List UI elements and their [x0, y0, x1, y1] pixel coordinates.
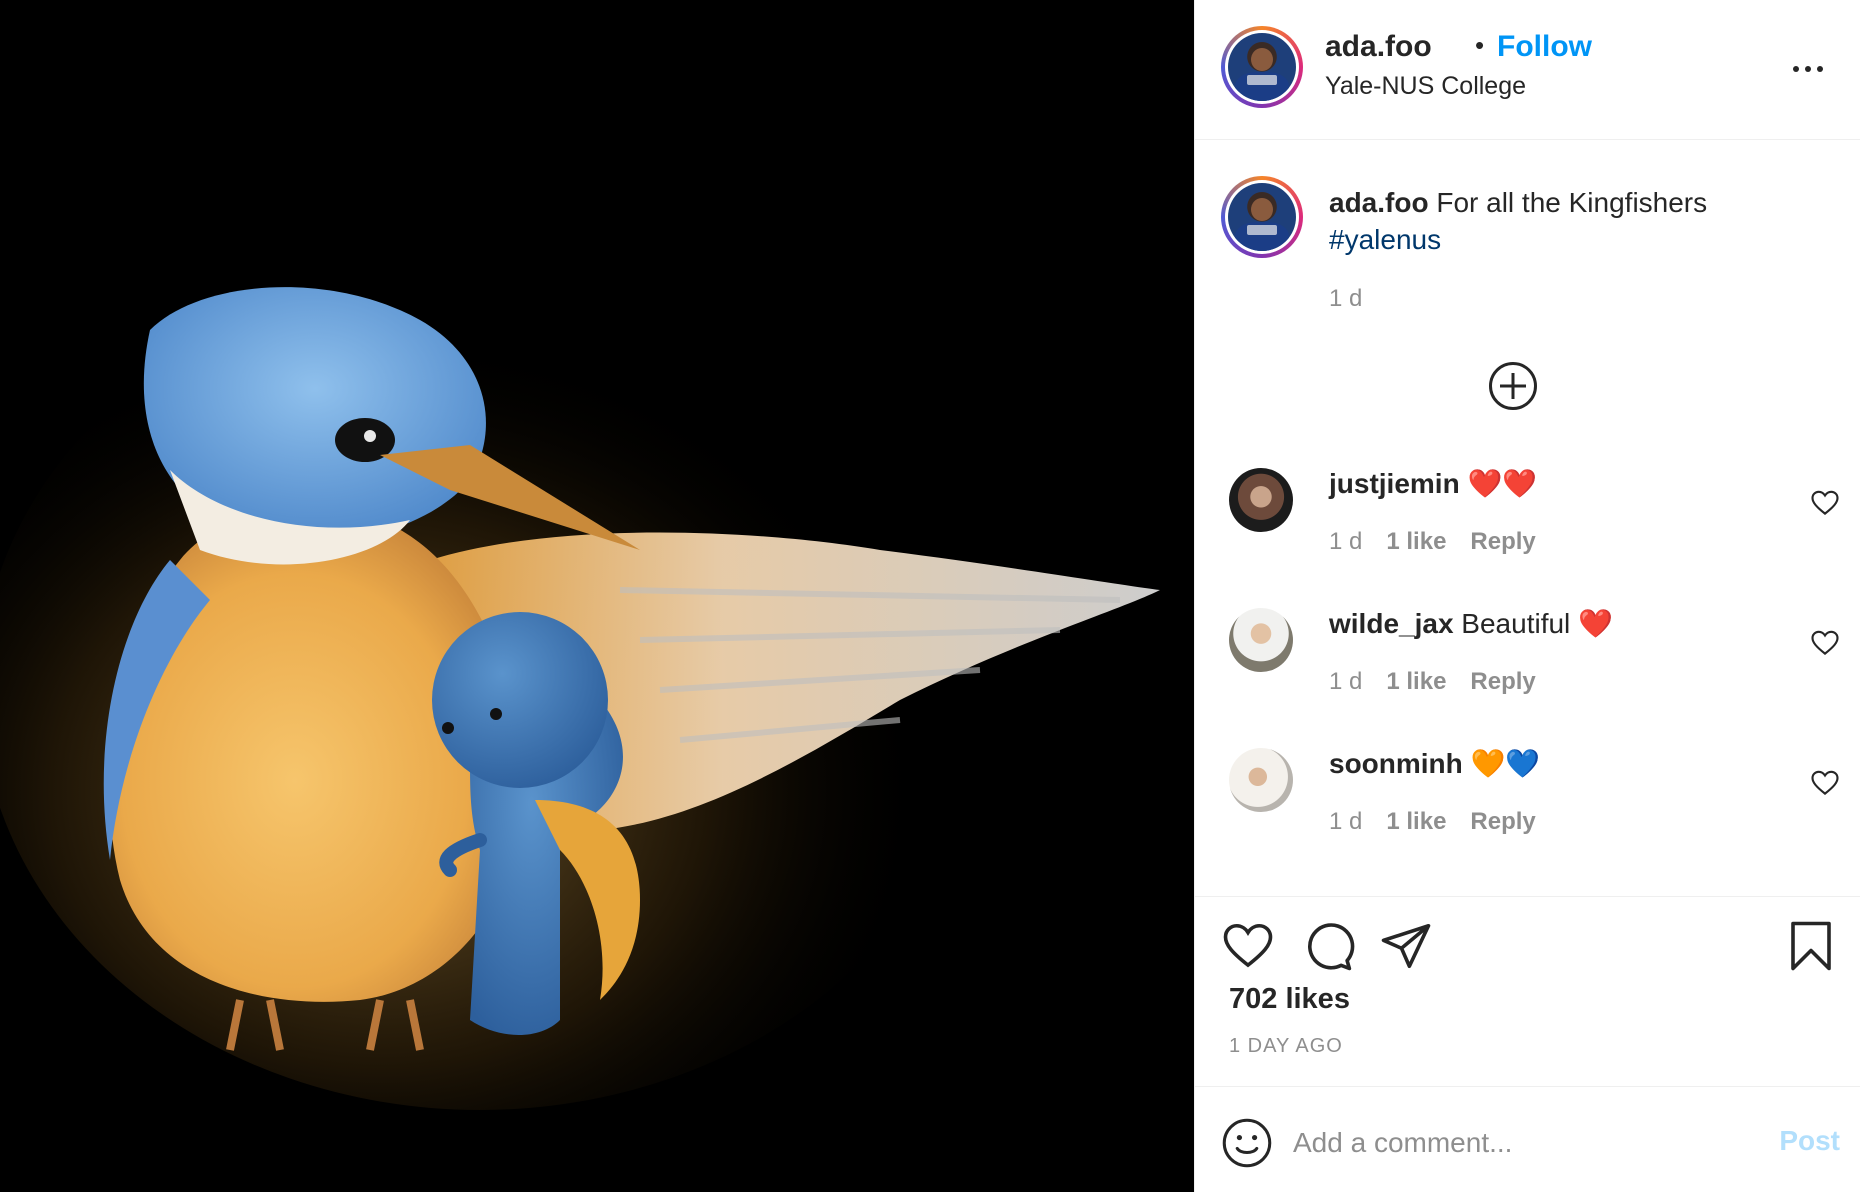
comment-text: wilde_jax Beautiful ❤️: [1329, 608, 1613, 640]
comment-body: 🧡💙: [1470, 748, 1541, 779]
add-comment-bar: Post: [1195, 1086, 1860, 1193]
comment-body: Beautiful ❤️: [1461, 608, 1613, 639]
emoji-icon[interactable]: [1221, 1117, 1273, 1169]
reply-button[interactable]: Reply: [1470, 668, 1535, 696]
comment-username[interactable]: wilde_jax: [1329, 608, 1454, 639]
heart-icon[interactable]: [1810, 628, 1840, 658]
bookmark-icon[interactable]: [1784, 919, 1838, 973]
caption-body: For all the Kingfishers: [1436, 187, 1708, 218]
comment-username[interactable]: soonminh: [1329, 748, 1463, 779]
comment-likes[interactable]: 1 like: [1386, 808, 1446, 836]
author-username[interactable]: ada.foo: [1325, 30, 1432, 64]
comment-input[interactable]: [1291, 1117, 1715, 1169]
caption-text: ada.foo For all the Kingfishers #yalenus: [1329, 184, 1809, 258]
comment-body: ❤️❤️: [1467, 468, 1538, 499]
caption-avatar[interactable]: [1221, 176, 1303, 258]
post-comment-button[interactable]: Post: [1779, 1125, 1840, 1157]
comment-text: soonminh 🧡💙: [1329, 748, 1540, 780]
comment-likes[interactable]: 1 like: [1386, 668, 1446, 696]
post-panel: ada.foo • Follow Yale-NUS College ada.fo…: [1194, 0, 1860, 1192]
comment-username[interactable]: justjiemin: [1329, 468, 1460, 499]
comment-meta: 1 d 1 like Reply: [1329, 668, 1536, 696]
share-icon[interactable]: [1379, 919, 1433, 973]
commenter-avatar[interactable]: [1229, 468, 1293, 532]
heart-icon[interactable]: [1810, 488, 1840, 518]
action-bar: 702 likes 1 DAY AGO: [1195, 896, 1860, 1087]
commenter-avatar[interactable]: [1229, 608, 1293, 672]
post-image[interactable]: [0, 0, 1194, 1192]
comment-item: justjiemin ❤️❤️ 1 d 1 like Reply: [1195, 468, 1860, 588]
caption-username[interactable]: ada.foo: [1329, 187, 1429, 218]
load-more-icon[interactable]: [1489, 362, 1537, 410]
comment-item: wilde_jax Beautiful ❤️ 1 d 1 like Reply: [1195, 608, 1860, 728]
location-link[interactable]: Yale-NUS College: [1325, 72, 1526, 101]
caption-hashtag[interactable]: #yalenus: [1329, 224, 1441, 255]
comment-icon[interactable]: [1301, 919, 1355, 973]
heart-icon[interactable]: [1810, 768, 1840, 798]
like-heart-icon[interactable]: [1221, 919, 1275, 973]
comment-time: 1 d: [1329, 808, 1363, 835]
kingfisher-illustration: [0, 270, 1160, 1110]
comment-time: 1 d: [1329, 668, 1363, 695]
follow-button[interactable]: Follow: [1497, 30, 1592, 64]
author-avatar[interactable]: [1221, 26, 1303, 108]
more-icon[interactable]: [1788, 54, 1828, 84]
separator-dot: •: [1475, 30, 1485, 60]
reply-button[interactable]: Reply: [1470, 808, 1535, 836]
comment-likes[interactable]: 1 like: [1386, 528, 1446, 556]
caption-time: 1 d: [1329, 285, 1363, 312]
comment-time: 1 d: [1329, 528, 1363, 555]
comment-meta: 1 d 1 like Reply: [1329, 528, 1536, 556]
post-header: ada.foo • Follow Yale-NUS College: [1195, 0, 1860, 140]
post-timestamp[interactable]: 1 DAY AGO: [1229, 1035, 1343, 1058]
comment-text: justjiemin ❤️❤️: [1329, 468, 1537, 500]
commenter-avatar[interactable]: [1229, 748, 1293, 812]
comment-item: soonminh 🧡💙 1 d 1 like Reply: [1195, 748, 1860, 868]
likes-count[interactable]: 702 likes: [1229, 983, 1350, 1016]
comment-meta: 1 d 1 like Reply: [1329, 808, 1536, 836]
reply-button[interactable]: Reply: [1470, 528, 1535, 556]
post-window: ada.foo • Follow Yale-NUS College ada.fo…: [0, 0, 1860, 1192]
